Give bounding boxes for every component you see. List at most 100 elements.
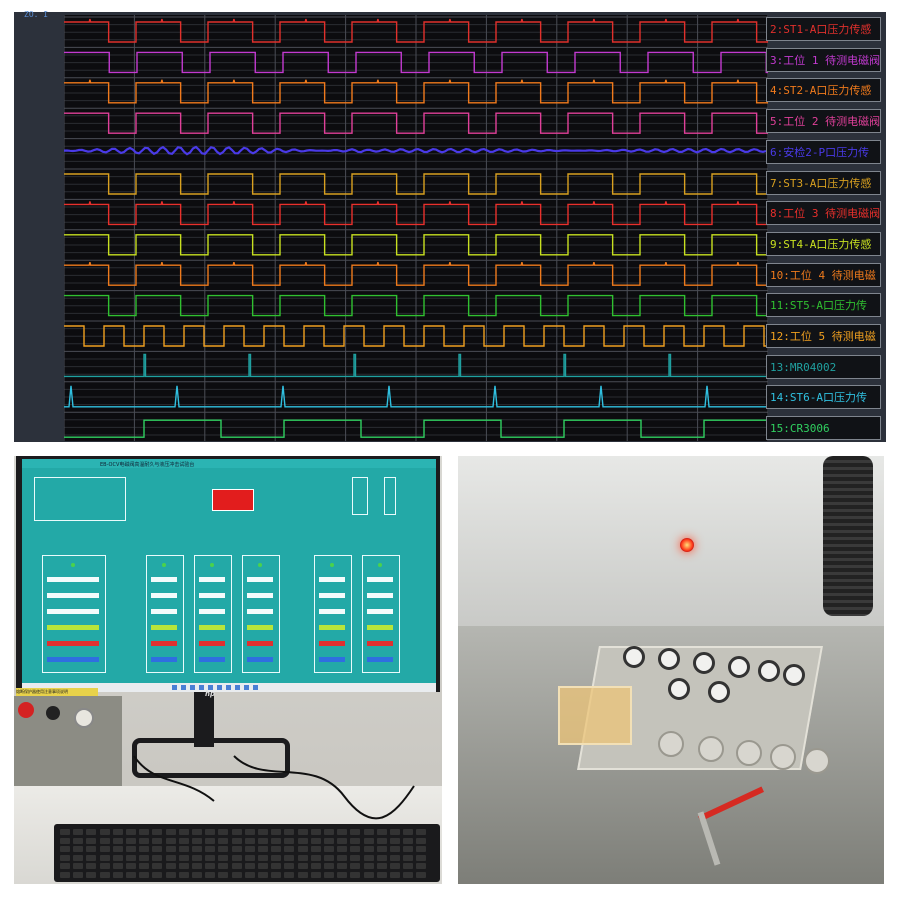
legend-item-ch15[interactable]: 15:CR3006 [766, 416, 881, 441]
keyboard-key [324, 837, 334, 844]
keyboard-key [416, 871, 427, 878]
legend-item-ch5[interactable]: 5:工位 2 待测电磁阀 [766, 109, 881, 134]
keyboard-key [244, 846, 255, 852]
keyboard-key [390, 854, 400, 861]
pressure-gauge [668, 678, 690, 700]
keyboard-key [284, 846, 295, 852]
legend-item-ch12[interactable]: 12:工位 5 待测电磁 [766, 324, 881, 348]
keyboard-key [152, 863, 163, 869]
keyboard-key [271, 837, 282, 844]
keyboard-key [126, 846, 136, 852]
keyboard-key [112, 829, 123, 835]
legend-item-ch7[interactable]: 7:ST3-A口压力传感 [766, 170, 881, 195]
valve-cylinder [804, 748, 830, 774]
keyboard-key [271, 863, 282, 869]
keyboard-key [310, 863, 321, 869]
keyboard-key [376, 871, 387, 878]
keyboard-key [390, 846, 400, 852]
keyboard-key [403, 871, 414, 878]
legend-item-ch6[interactable]: 6:安检2-P口压力传 [766, 139, 881, 164]
keyboard-key [165, 854, 176, 861]
legend-item-ch8[interactable]: 8:工位 3 待测电磁阀 [766, 201, 881, 226]
keyboard-key [337, 863, 348, 869]
signal-monitor-window: ZO. I 2:ST1-A口压力传感 3:工位 1 待测电磁阀 4:ST2-A口压力… [14, 10, 886, 442]
legend-item-ch4[interactable]: 4:ST2-A口压力传感 [766, 78, 881, 103]
pressure-gauge [708, 681, 730, 703]
keyboard-key [271, 854, 282, 861]
keyboard-key [60, 854, 70, 861]
valve-cylinder [658, 731, 684, 757]
legend-item-ch13[interactable]: 13:MR04002 [766, 354, 881, 379]
keyboard-key [284, 829, 295, 835]
keyboard-key [139, 863, 150, 869]
keyboard-key [271, 846, 282, 852]
keyboard-key [416, 863, 427, 869]
keyboard-key [99, 854, 110, 861]
legend-item-ch11[interactable]: 11:ST5-A口压力传 [766, 293, 881, 318]
legend-item-ch10[interactable]: 10:工位 4 待测电磁 [766, 262, 881, 287]
legend-item-ch9[interactable]: 9:ST4-A口压力传感 [766, 231, 881, 256]
keyboard-key [86, 871, 97, 878]
keyboard-key [152, 829, 163, 835]
legend-item-ch3[interactable]: 3:工位 1 待测电磁阀 [766, 47, 881, 72]
keyboard-key [60, 846, 70, 852]
keyboard-key [60, 871, 70, 878]
waveform-ch6 [64, 145, 767, 156]
keyboard-key [60, 837, 70, 844]
keyboard-key [86, 829, 97, 835]
keyboard-key [244, 829, 255, 835]
keyboard-key [178, 854, 189, 861]
keyboard-key [231, 871, 242, 878]
keyboard-key [178, 837, 189, 844]
keyboard-key [324, 829, 334, 835]
keyboard-key [324, 863, 334, 869]
keyboard-key [337, 854, 348, 861]
keyboard-key [271, 829, 282, 835]
keyboard-key [337, 871, 348, 878]
keyboard-key [192, 829, 202, 835]
keyboard-key [231, 846, 242, 852]
legend-item-ch14[interactable]: 14:ST6-A口压力传 [766, 385, 881, 410]
keyboard-key [112, 863, 123, 869]
keyboard-key [152, 854, 163, 861]
keyboard-key [258, 871, 268, 878]
keyboard-key [244, 837, 255, 844]
keyboard-key [363, 846, 374, 852]
keyboard-key [337, 846, 348, 852]
keyboard-key [403, 829, 414, 835]
keyboard-key [337, 829, 348, 835]
keyboard-key [231, 854, 242, 861]
keyboard-key [218, 837, 229, 844]
keyboard-key [73, 837, 84, 844]
waveform-plot-area[interactable] [64, 15, 768, 441]
keyboard-key [297, 854, 308, 861]
keyboard-key [86, 846, 97, 852]
keyboard-key [363, 837, 374, 844]
legend-item-ch2[interactable]: 2:ST1-A口压力传感 [766, 17, 881, 41]
keyboard-key [218, 854, 229, 861]
keyboard-key [73, 829, 84, 835]
keyboard-key [403, 863, 414, 869]
keyboard-key [416, 846, 427, 852]
keyboard-key [112, 871, 123, 878]
valve-cylinder [698, 736, 724, 762]
keyboard-key [126, 837, 136, 844]
keyboard-key [297, 846, 308, 852]
keyboard-key [152, 837, 163, 844]
keyboard-key [297, 829, 308, 835]
keyboard-key [258, 846, 268, 852]
keyboard-key [350, 837, 361, 844]
keyboard-key [297, 863, 308, 869]
keyboard-key [73, 863, 84, 869]
keyboard-key [205, 854, 216, 861]
keyboard-key [165, 846, 176, 852]
keyboard-key [258, 863, 268, 869]
keyboard-key [218, 863, 229, 869]
hydraulic-fixture-photo [458, 456, 884, 884]
keyboard-key [403, 846, 414, 852]
keyboard-key [205, 863, 216, 869]
keyboard-key [178, 846, 189, 852]
cables [133, 755, 415, 820]
valve-cylinder [770, 744, 796, 770]
keyboard-key [192, 863, 202, 869]
